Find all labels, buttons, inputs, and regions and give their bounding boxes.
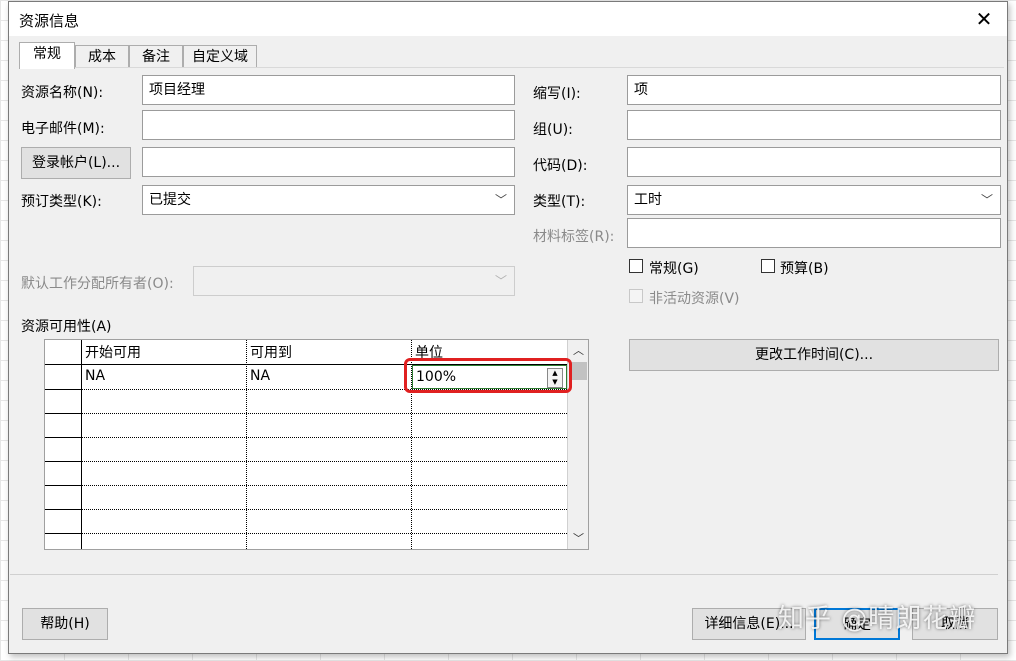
resource-name-label: 资源名称(N): <box>21 85 104 101</box>
initials-input[interactable]: 项 <box>627 75 1001 105</box>
booking-type-label: 预订类型(K): <box>21 194 102 210</box>
login-account-input[interactable] <box>142 147 515 177</box>
group-input[interactable] <box>627 110 1001 140</box>
type-select[interactable]: 工时 ﹀ <box>627 185 1001 215</box>
default-owner-select: ﹀ <box>193 266 515 296</box>
code-label: 代码(D): <box>533 158 588 174</box>
generic-checkbox[interactable] <box>629 259 643 273</box>
footer-separator <box>10 574 998 575</box>
scroll-up-icon[interactable]: ︿ <box>568 342 588 358</box>
tab-custom-fields[interactable]: 自定义域 <box>183 45 257 68</box>
generic-checkbox-label: 常规(G) <box>649 261 699 277</box>
row-header-line <box>45 509 81 510</box>
row-line <box>81 437 567 439</box>
column-header-start: 开始可用 <box>85 345 141 361</box>
type-label: 类型(T): <box>533 194 586 210</box>
resource-info-dialog: 资源信息 ✕ 常规 成本 备注 自定义域 资源名称(N): 项目经理 电子邮件(… <box>8 1 1008 654</box>
budget-checkbox[interactable] <box>761 259 775 273</box>
close-icon[interactable]: ✕ <box>969 4 999 34</box>
column-header-end: 可用到 <box>250 345 292 361</box>
inactive-resource-label: 非活动资源(V) <box>649 291 740 307</box>
inactive-resource-checkbox <box>629 289 643 303</box>
row-header-line <box>45 533 81 534</box>
scroll-down-icon[interactable]: ﹀ <box>568 530 588 546</box>
email-label: 电子邮件(M): <box>21 121 105 137</box>
watermark: 知乎 @晴朗花瓣 <box>778 604 977 634</box>
row-header-line <box>45 461 81 462</box>
chevron-down-icon: ﹀ <box>494 193 507 207</box>
row-line <box>81 509 567 511</box>
tab-divider <box>19 67 1004 68</box>
tab-notes[interactable]: 备注 <box>129 45 183 68</box>
row-line <box>81 413 567 415</box>
row-line <box>81 485 567 487</box>
row-header-line <box>45 437 81 438</box>
chevron-down-icon: ﹀ <box>494 274 507 288</box>
units-highlight-annotation <box>404 358 572 393</box>
tab-general[interactable]: 常规 <box>19 42 75 69</box>
change-working-time-button[interactable]: 更改工作时间(C)... <box>629 339 999 371</box>
email-input[interactable] <box>142 110 515 140</box>
resource-name-input[interactable]: 项目经理 <box>142 75 515 105</box>
tab-cost[interactable]: 成本 <box>75 45 129 68</box>
row-line <box>81 461 567 463</box>
booking-type-value: 已提交 <box>149 192 191 208</box>
cell-start[interactable]: NA <box>82 365 246 387</box>
code-input[interactable] <box>627 147 1001 177</box>
initials-label: 缩写(I): <box>533 86 581 102</box>
login-account-button[interactable]: 登录帐户(L)... <box>21 147 131 179</box>
budget-checkbox-label: 预算(B) <box>780 261 829 277</box>
booking-type-select[interactable]: 已提交 ﹀ <box>142 185 515 215</box>
type-value: 工时 <box>634 192 662 208</box>
scroll-thumb[interactable] <box>570 362 587 380</box>
availability-label: 资源可用性(A) <box>21 319 112 335</box>
dialog-title: 资源信息 <box>19 12 80 30</box>
help-button[interactable]: 帮助(H) <box>22 608 108 640</box>
cell-end[interactable]: NA <box>247 365 411 387</box>
chevron-down-icon: ﹀ <box>980 193 993 207</box>
row-header-line <box>45 389 81 390</box>
row-header-line <box>45 485 81 486</box>
row-line <box>81 533 567 535</box>
material-label-input[interactable] <box>627 218 1001 248</box>
material-label: 材料标签(R): <box>533 229 615 245</box>
group-label: 组(U): <box>533 122 573 138</box>
title-bar: 资源信息 ✕ <box>9 2 1007 36</box>
row-header-line <box>45 413 81 414</box>
default-owner-label: 默认工作分配所有者(O): <box>21 276 174 292</box>
